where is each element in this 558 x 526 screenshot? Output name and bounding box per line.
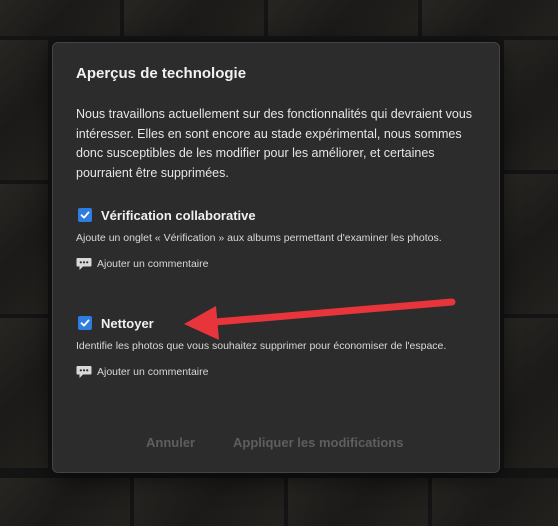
add-comment-link-text[interactable]: Ajouter un commentaire [97,258,208,270]
collaborative-review-label[interactable]: Vérification collaborative [101,208,256,223]
technology-preview-dialog: Aperçus de technologie Nous travaillons … [52,42,500,473]
add-comment-link-text[interactable]: Ajouter un commentaire [97,366,208,378]
cleanup-checkbox[interactable] [78,316,92,330]
speech-bubble-icon [76,365,92,379]
cancel-button[interactable]: Annuler [146,435,195,450]
cleanup-add-comment-link[interactable]: Ajouter un commentaire [76,364,476,380]
collaborative-review-add-comment-link[interactable]: Ajouter un commentaire [76,256,476,272]
cleanup-description: Identifie les photos que vous souhaitez … [76,340,447,352]
checkmark-icon [80,211,90,219]
checkmark-icon [80,319,90,327]
speech-bubble-icon [76,257,92,271]
dialog-title: Aperçus de technologie [76,65,247,82]
feature-collaborative-review: Vérification collaborative Ajoute un ong… [76,206,476,272]
feature-toggle-cleanup[interactable]: Nettoyer [76,314,476,332]
dialog-intro-text: Nous travaillons actuellement sur des fo… [76,107,473,180]
apply-changes-button[interactable]: Appliquer les modifications [233,435,403,450]
feature-toggle-collaborative-review[interactable]: Vérification collaborative [76,206,476,224]
collaborative-review-description: Ajoute un onglet « Vérification » aux al… [76,232,442,244]
cleanup-label[interactable]: Nettoyer [101,316,154,331]
collaborative-review-checkbox[interactable] [78,208,92,222]
feature-cleanup: Nettoyer Identifie les photos que vous s… [76,314,476,380]
